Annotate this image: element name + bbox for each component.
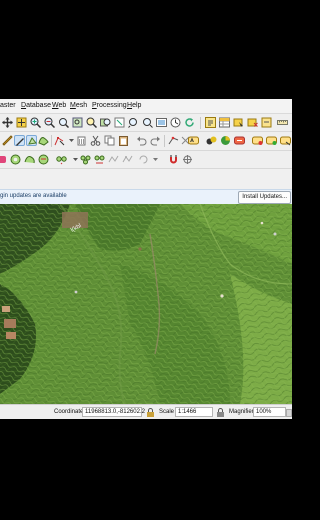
redo-icon[interactable] — [150, 135, 161, 146]
map-navigation-toolbar — [0, 114, 292, 132]
new-map-view-icon[interactable] — [156, 117, 167, 128]
toggle-editing-icon[interactable] — [14, 135, 25, 146]
fill-ring-icon[interactable] — [10, 154, 21, 165]
zoom-native-icon[interactable] — [114, 117, 125, 128]
magnifier-label: Magnifier — [229, 409, 254, 415]
coordinate-field[interactable]: 11968813.0,-812602.2 — [82, 407, 145, 417]
menu-database[interactable]: Database — [21, 102, 51, 109]
scale-label: Scale — [159, 409, 175, 415]
pan-to-selection-icon[interactable] — [16, 117, 27, 128]
reverse-line-dropdown-icon[interactable] — [150, 154, 161, 165]
current-edits-icon[interactable] — [2, 135, 13, 146]
reverse-line-icon[interactable] — [138, 154, 149, 165]
layer-labeling-icon[interactable] — [206, 135, 217, 146]
merge-features-icon[interactable] — [0, 154, 7, 165]
install-updates-button[interactable]: Install Updates... — [238, 191, 291, 204]
undo-icon[interactable] — [136, 135, 147, 146]
scale-field[interactable]: 1:1466 — [175, 407, 213, 417]
digitizing-toolbar — [0, 132, 292, 151]
paste-features-icon[interactable] — [118, 135, 129, 146]
simplify-feature-icon[interactable] — [108, 154, 119, 165]
zoom-rubberband-icon[interactable] — [58, 117, 69, 128]
identify-features-icon[interactable] — [205, 117, 216, 128]
qgis-window: aster Database Web Mesh Processing Help — [0, 99, 292, 419]
measure-icon[interactable] — [277, 117, 288, 128]
temporal-controller-icon[interactable] — [170, 117, 181, 128]
pan-icon[interactable] — [2, 117, 13, 128]
menu-help[interactable]: Help — [127, 102, 141, 109]
deselect-features-icon[interactable] — [247, 117, 258, 128]
split-features-icon[interactable] — [80, 154, 91, 165]
zoom-out-icon[interactable] — [44, 117, 55, 128]
magnifier-field[interactable]: 100% — [253, 407, 286, 417]
pin-unpin-labels-icon[interactable] — [252, 135, 263, 146]
open-attribute-table-icon[interactable] — [219, 117, 230, 128]
add-part-icon[interactable] — [122, 154, 133, 165]
tracing-icon[interactable] — [182, 154, 193, 165]
zoom-to-layer-icon[interactable] — [100, 117, 111, 128]
satellite-imagery: l(kbl — [0, 204, 292, 404]
merge-attributes-icon[interactable] — [94, 154, 105, 165]
menu-raster[interactable]: aster — [0, 102, 16, 109]
select-by-value-icon[interactable] — [261, 117, 272, 128]
offset-curve-icon[interactable] — [38, 154, 49, 165]
refresh-icon[interactable] — [184, 117, 195, 128]
layer-diagram-icon[interactable] — [220, 135, 231, 146]
message-text: gin updates are available — [0, 193, 67, 199]
show-hide-labels-icon[interactable] — [266, 135, 277, 146]
reshape-features-icon[interactable] — [24, 154, 35, 165]
zoom-next-icon[interactable] — [142, 117, 153, 128]
copy-features-icon[interactable] — [104, 135, 115, 146]
save-layer-edits-icon[interactable] — [26, 135, 37, 146]
coordinate-label: Coordinate — [54, 409, 84, 415]
menu-bar: aster Database Web Mesh Processing Help — [0, 99, 292, 114]
zoom-last-icon[interactable] — [128, 117, 139, 128]
cut-features-icon[interactable] — [90, 135, 101, 146]
move-label-icon[interactable] — [280, 135, 291, 146]
zoom-in-icon[interactable] — [30, 117, 41, 128]
plugin-update-message-bar: gin updates are available Install Update… — [0, 189, 292, 205]
zoom-full-icon[interactable] — [72, 117, 83, 128]
status-bar: Coordinate 11968813.0,-812602.2 Scale 1:… — [0, 404, 292, 419]
snapping-magnet-icon[interactable] — [168, 154, 179, 165]
rotate-feature-icon[interactable] — [56, 154, 67, 165]
menu-web[interactable]: Web — [52, 102, 66, 109]
menu-mesh[interactable]: Mesh — [70, 102, 87, 109]
map-canvas[interactable]: l(kbl — [0, 204, 292, 404]
delete-selected-icon[interactable] — [76, 135, 87, 146]
scale-lock-icon[interactable] — [216, 408, 225, 417]
digitize-with-segment-icon[interactable] — [168, 135, 179, 146]
zoom-to-selection-icon[interactable] — [86, 117, 97, 128]
highlight-pinned-labels-icon[interactable] — [234, 135, 245, 146]
label-abc-icon[interactable] — [188, 135, 199, 146]
advanced-digitizing-toolbar: 12 px — [0, 151, 292, 217]
add-polygon-feature-icon[interactable] — [38, 135, 49, 146]
select-features-icon[interactable] — [233, 117, 244, 128]
magnifier-spin-button[interactable] — [286, 409, 292, 417]
vertex-tool-icon[interactable] — [54, 135, 65, 146]
menu-processing[interactable]: Processing — [92, 102, 127, 109]
lock-scale-icon[interactable] — [146, 408, 155, 417]
